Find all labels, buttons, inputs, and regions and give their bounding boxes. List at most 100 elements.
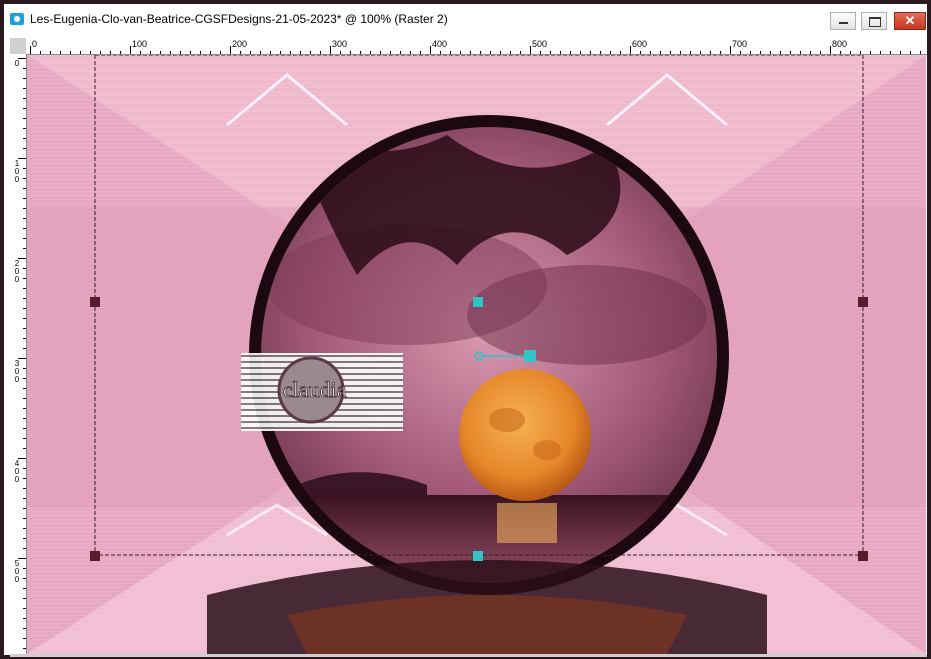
ruler-h-tick — [230, 46, 231, 54]
ruler-v-tick — [23, 478, 26, 479]
close-icon: ✕ — [904, 13, 916, 28]
ruler-h-tick — [560, 51, 561, 54]
ruler-v-tick — [23, 108, 26, 109]
ruler-h-tick — [40, 51, 41, 54]
ruler-v-tick — [23, 618, 26, 619]
ruler-h-tick — [850, 51, 851, 54]
ruler-h-label: 200 — [232, 39, 248, 49]
ruler-h-tick — [260, 51, 261, 54]
ruler-v-tick — [23, 128, 26, 129]
ruler-h-tick — [830, 46, 831, 54]
ruler-v-tick — [23, 488, 26, 489]
ruler-v-tick — [23, 138, 26, 139]
ruler-h-tick — [710, 51, 711, 54]
ruler-h-tick — [340, 51, 341, 54]
ruler-v-tick — [23, 568, 26, 569]
ruler-h-tick — [80, 51, 81, 54]
ruler-h-tick — [820, 51, 821, 54]
ruler-h-tick — [890, 51, 891, 54]
ruler-v-tick — [23, 318, 26, 319]
ruler-h-tick — [200, 51, 201, 54]
ruler-h-tick — [700, 51, 701, 54]
ruler-v-tick — [23, 418, 26, 419]
ruler-h-tick — [910, 51, 911, 54]
ruler-v-label: 100 — [14, 159, 20, 184]
ruler-h-tick — [740, 51, 741, 54]
ruler-h-tick — [330, 46, 331, 54]
horizontal-scrollbar[interactable] — [10, 654, 927, 657]
ruler-h-tick — [460, 51, 461, 54]
image-canvas[interactable]: claudia — [27, 55, 926, 654]
vertical-ruler[interactable]: 0 100 200 300 400 500 — [10, 54, 27, 654]
window-title: Les-Eugenia-Clo-van-Beatrice-CGSFDesigns… — [30, 12, 448, 26]
watermark-text: claudia — [283, 377, 347, 402]
ruler-h-tick — [880, 51, 881, 54]
ruler-h-tick — [620, 51, 621, 54]
ruler-h-tick — [470, 51, 471, 54]
ruler-h-tick — [220, 51, 221, 54]
ruler-h-tick — [60, 51, 61, 54]
ruler-v-tick — [23, 398, 26, 399]
ruler-v-tick — [23, 238, 26, 239]
ruler-h-label: 600 — [632, 39, 648, 49]
ruler-h-tick — [840, 51, 841, 54]
ruler-h-label: 400 — [432, 39, 448, 49]
ruler-h-tick — [580, 51, 581, 54]
ruler-h-tick — [610, 51, 611, 54]
ruler-v-tick — [23, 438, 26, 439]
ruler-v-tick — [23, 388, 26, 389]
ruler-v-tick — [23, 308, 26, 309]
ruler-h-tick — [280, 51, 281, 54]
close-button[interactable]: ✕ — [894, 12, 926, 30]
minimize-button[interactable] — [830, 12, 856, 30]
ruler-v-tick — [23, 228, 26, 229]
ruler-h-tick — [30, 46, 31, 54]
ruler-h-tick — [510, 51, 511, 54]
ruler-h-tick — [650, 51, 651, 54]
ruler-v-tick — [23, 288, 26, 289]
ruler-h-tick — [500, 51, 501, 54]
title-bar[interactable]: Les-Eugenia-Clo-van-Beatrice-CGSFDesigns… — [4, 4, 927, 34]
ruler-h-tick — [430, 46, 431, 54]
ruler-v-tick — [23, 218, 26, 219]
ruler-v-tick — [23, 148, 26, 149]
ruler-v-tick — [23, 338, 26, 339]
ruler-h-tick — [600, 51, 601, 54]
ruler-h-tick — [110, 51, 111, 54]
ruler-h-tick — [730, 46, 731, 54]
ruler-h-tick — [270, 51, 271, 54]
ruler-h-tick — [480, 51, 481, 54]
ruler-h-label: 100 — [132, 39, 148, 49]
ruler-v-tick — [23, 268, 26, 269]
maximize-button[interactable] — [861, 12, 887, 30]
ruler-h-tick — [690, 51, 691, 54]
horizontal-ruler[interactable]: 0 100 200 300 400 500 600 700 800 — [26, 38, 927, 55]
ruler-h-tick — [350, 51, 351, 54]
ruler-v-tick — [23, 278, 26, 279]
ruler-h-tick — [70, 51, 71, 54]
ruler-h-tick — [870, 51, 871, 54]
ruler-h-tick — [310, 51, 311, 54]
ruler-v-tick — [23, 188, 26, 189]
ruler-h-tick — [450, 51, 451, 54]
ruler-v-label: 0 — [14, 59, 20, 68]
ruler-v-tick — [18, 58, 26, 59]
ruler-h-tick — [360, 51, 361, 54]
app-icon[interactable] — [10, 13, 24, 25]
ruler-h-tick — [140, 51, 141, 54]
ruler-v-tick — [23, 528, 26, 529]
ruler-v-label: 500 — [14, 559, 20, 584]
ruler-h-tick — [180, 51, 181, 54]
ruler-v-tick — [23, 408, 26, 409]
ruler-v-tick — [23, 328, 26, 329]
ruler-v-tick — [23, 118, 26, 119]
ruler-h-tick — [390, 51, 391, 54]
ruler-h-tick — [370, 51, 371, 54]
ruler-h-tick — [410, 51, 411, 54]
ruler-h-tick — [770, 51, 771, 54]
ruler-v-label: 300 — [14, 359, 20, 384]
ruler-h-tick — [670, 51, 671, 54]
ruler-v-tick — [23, 198, 26, 199]
ruler-h-tick — [630, 46, 631, 54]
ruler-h-label: 0 — [32, 39, 38, 49]
